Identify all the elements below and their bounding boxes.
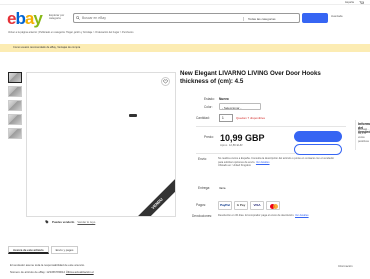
shipping-label: Envío: bbox=[198, 157, 208, 161]
state-label: Estado: bbox=[204, 97, 215, 101]
returns-details-link[interactable]: Ver detalles bbox=[295, 214, 309, 217]
banner-text: Como usuario recomendado de eBay, Ventaj… bbox=[13, 46, 81, 49]
returns-label: Devoluciones: bbox=[192, 214, 213, 218]
divider bbox=[196, 153, 296, 154]
product-hook bbox=[129, 114, 137, 117]
watch-heart-icon[interactable] bbox=[161, 77, 170, 86]
thumbnail-strip bbox=[8, 72, 22, 142]
mastercard-yellow-circle bbox=[273, 204, 278, 209]
country-selector[interactable]: España bbox=[345, 1, 354, 6]
thumbnail-image bbox=[9, 115, 21, 124]
quantity-label: Cantidad: bbox=[196, 116, 210, 120]
information-link[interactable]: Información bbox=[338, 264, 353, 268]
item-location: Ubicado en: United Kingdom bbox=[218, 164, 252, 167]
shipping-info: No realiza envíos a España. Consulta la … bbox=[218, 157, 338, 168]
product-title: New Elegant LIVARNO LIVING Over Door Hoo… bbox=[180, 70, 321, 85]
cart-icon[interactable] bbox=[359, 0, 365, 6]
tag-icon bbox=[45, 220, 49, 224]
seller-responsibility-text: El vendedor asume toda la responsabilida… bbox=[10, 263, 85, 267]
main-product-image[interactable]: VENDU bbox=[26, 72, 176, 217]
buy-now-button[interactable] bbox=[294, 131, 342, 142]
visa-icon: VISA bbox=[250, 201, 264, 210]
breadcrumb[interactable]: Volver a la página anterior | Publicado … bbox=[8, 31, 133, 34]
payments-label: Pagos: bbox=[196, 203, 206, 207]
quantity-input[interactable] bbox=[219, 114, 233, 122]
payment-methods: PayPal G Pay VISA bbox=[218, 201, 280, 210]
price-approx: Aprox. 12,86 EUR bbox=[220, 143, 243, 147]
add-to-cart-button[interactable] bbox=[294, 144, 342, 155]
color-select[interactable]: - Seleccionar - bbox=[219, 103, 261, 110]
info-banner: Como usuario recomendado de eBay, Ventaj… bbox=[0, 44, 370, 52]
shipping-text: No realiza envíos a España. Consulta la … bbox=[218, 157, 335, 164]
logo-letter-a: a bbox=[24, 9, 35, 28]
paypal-icon: PayPal bbox=[218, 201, 232, 210]
search-icon bbox=[74, 14, 82, 22]
ribbon-text: VENDU bbox=[135, 177, 175, 216]
logo-letter-y: y bbox=[33, 9, 43, 28]
sell-one-like-this: Puedes venderlo Vender lo tuyo bbox=[45, 220, 95, 224]
delivery-label: Entrega: bbox=[198, 186, 211, 190]
sold-ribbon: VENDU bbox=[135, 176, 175, 216]
sell-link[interactable]: Vender lo tuyo bbox=[77, 220, 95, 224]
thumbnail[interactable] bbox=[8, 72, 22, 83]
state-value: Nuevo bbox=[219, 97, 229, 101]
search-input[interactable] bbox=[82, 16, 222, 20]
top-bar: España bbox=[0, 0, 370, 5]
tab-about-item[interactable]: Acerca de este artículo bbox=[8, 246, 49, 254]
search-button[interactable] bbox=[302, 13, 328, 23]
tab-shipping-payments[interactable]: Envío y pagos bbox=[50, 246, 79, 254]
ebay-logo[interactable]: ebay bbox=[7, 9, 43, 28]
item-number: Número de artículo de eBay: 123456789012 bbox=[10, 270, 66, 274]
thumbnail[interactable] bbox=[8, 114, 22, 125]
item-number-line: Número de artículo de eBay: 123456789012… bbox=[10, 270, 94, 274]
mastercard-icon bbox=[266, 201, 280, 210]
shop-by-category[interactable]: Explorar por categoría bbox=[49, 13, 69, 20]
thumbnail[interactable] bbox=[8, 128, 22, 139]
header: ebay Explorar por categoría Todas las ca… bbox=[0, 6, 370, 28]
returns-text: Devolución en 30 días. El comprador paga… bbox=[218, 214, 295, 217]
price-label: Precio: bbox=[204, 135, 214, 139]
thumbnail-image bbox=[9, 73, 21, 82]
thumbnail-image bbox=[9, 129, 21, 138]
thumbnail-image bbox=[9, 101, 21, 110]
shipping-details-link[interactable]: Ver detalles bbox=[256, 161, 270, 164]
last-updated-link[interactable]: Última actualización el bbox=[66, 270, 94, 274]
category-select[interactable]: Todas las categorías bbox=[243, 16, 293, 21]
thumbnail-image bbox=[9, 87, 21, 96]
seller-feedback: 99,1% votos positivos bbox=[358, 131, 369, 143]
price: 10,99 GBP bbox=[220, 133, 265, 143]
google-pay-icon: G Pay bbox=[234, 201, 248, 210]
quantity-available: Quedan 7 disponibles bbox=[236, 116, 266, 120]
delivery-value: Varía bbox=[219, 186, 226, 190]
thumbnail[interactable] bbox=[8, 100, 22, 111]
logo-letter-e: e bbox=[7, 9, 17, 28]
returns-info: Devolución en 30 días. El comprador paga… bbox=[218, 214, 328, 218]
color-label: Color: bbox=[204, 105, 213, 109]
search-box: Todas las categorías bbox=[73, 13, 300, 23]
thumbnail[interactable] bbox=[8, 86, 22, 97]
description-tabs: Acerca de este artículo Envío y pagos bbox=[8, 246, 80, 254]
sell-tag: Puedes venderlo bbox=[52, 220, 75, 224]
logo-letter-b: b bbox=[15, 9, 25, 28]
divider bbox=[196, 126, 346, 127]
top-bar-right: España bbox=[345, 0, 365, 6]
seller-panel: Información del vendedor jgcreati... 99,… bbox=[355, 120, 370, 150]
advanced-search-link[interactable]: Avanzada bbox=[331, 15, 343, 18]
